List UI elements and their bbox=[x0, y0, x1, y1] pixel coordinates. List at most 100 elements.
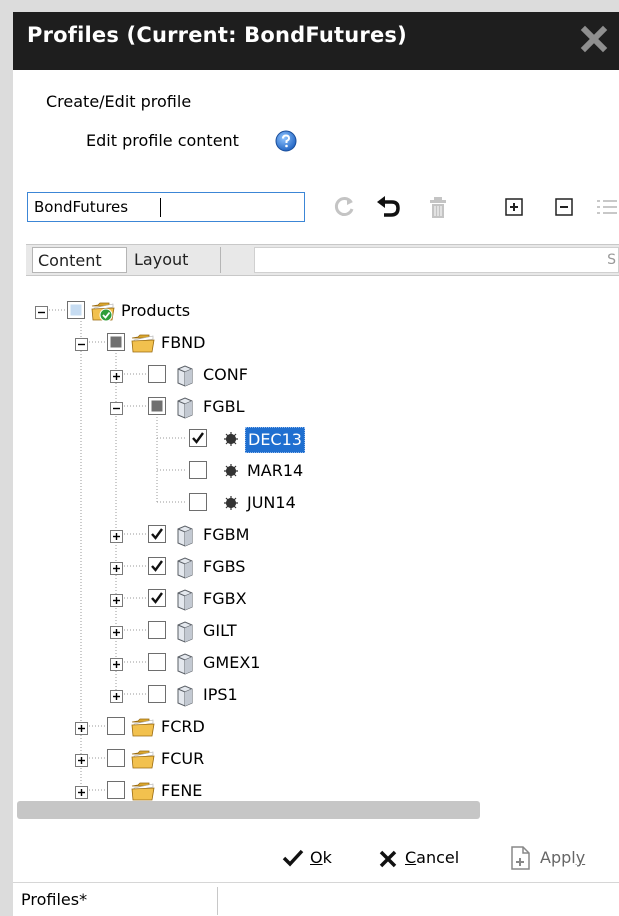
checkbox-ips1[interactable] bbox=[148, 685, 166, 703]
tree-node-label[interactable]: CONF bbox=[201, 363, 250, 387]
tree-node-gmex1[interactable]: GMEX1 bbox=[13, 650, 613, 676]
expand-icon[interactable] bbox=[110, 560, 123, 575]
apply-document-icon bbox=[511, 846, 530, 870]
tree-node-fgbl[interactable]: FGBL bbox=[13, 394, 613, 420]
checkbox-dec13[interactable] bbox=[189, 429, 207, 447]
create-edit-profile-label: Create/Edit profile bbox=[46, 92, 192, 111]
expand-icon[interactable] bbox=[75, 784, 88, 799]
tab-bar: Content Layout S bbox=[26, 244, 619, 276]
tree-node-fcur[interactable]: FCUR bbox=[13, 746, 613, 772]
checkbox-products[interactable] bbox=[67, 301, 85, 319]
tab-layout[interactable]: Layout bbox=[129, 247, 221, 273]
tree-node-label[interactable]: FGBX bbox=[201, 587, 249, 611]
checkbox-gilt[interactable] bbox=[148, 621, 166, 639]
undo-icon[interactable] bbox=[375, 193, 401, 221]
text-caret bbox=[160, 198, 161, 217]
checkbox-fgbs[interactable] bbox=[148, 557, 166, 575]
tree-node-label[interactable]: FCRD bbox=[159, 715, 207, 739]
collapse-icon[interactable] bbox=[35, 304, 48, 319]
list-icon[interactable] bbox=[593, 193, 619, 221]
expand-all-icon[interactable] bbox=[501, 193, 527, 221]
expand-icon[interactable] bbox=[110, 688, 123, 703]
cube-icon bbox=[173, 587, 197, 611]
tree-node-products[interactable]: Products bbox=[13, 298, 613, 324]
collapse-icon[interactable] bbox=[75, 336, 88, 351]
checkbox-fgbl[interactable] bbox=[148, 397, 166, 415]
tree-node-jun14[interactable]: JUN14 bbox=[13, 490, 613, 516]
tree-node-fgbx[interactable]: FGBX bbox=[13, 586, 613, 612]
checkbox-fcrd[interactable] bbox=[107, 717, 125, 735]
checkbox-fcur[interactable] bbox=[107, 749, 125, 767]
status-text: Profiles* bbox=[21, 890, 88, 909]
status-bar: Profiles* bbox=[13, 882, 619, 916]
checkbox-mar14[interactable] bbox=[189, 461, 207, 479]
checkbox-conf[interactable] bbox=[148, 365, 166, 383]
dot-icon bbox=[219, 459, 243, 483]
expand-icon[interactable] bbox=[110, 624, 123, 639]
expand-icon[interactable] bbox=[110, 528, 123, 543]
tree-node-gilt[interactable]: GILT bbox=[13, 618, 613, 644]
tree-node-label[interactable]: Products bbox=[119, 299, 192, 323]
help-icon[interactable] bbox=[275, 130, 297, 152]
tree-node-label[interactable]: FBND bbox=[159, 331, 207, 355]
tree-node-fbnd[interactable]: FBND bbox=[13, 330, 613, 356]
tab-search-field[interactable]: S bbox=[254, 247, 619, 273]
checkmark-icon bbox=[282, 849, 304, 867]
folder-check-icon bbox=[91, 299, 115, 323]
edit-profile-content-label: Edit profile content bbox=[86, 131, 239, 150]
cube-icon bbox=[173, 683, 197, 707]
tree-node-label[interactable]: GILT bbox=[201, 619, 239, 643]
tree-node-label[interactable]: FCUR bbox=[159, 747, 206, 771]
delete-icon[interactable] bbox=[425, 193, 451, 221]
cancel-label-rest: ancel bbox=[416, 848, 460, 867]
close-icon[interactable] bbox=[579, 24, 609, 54]
tree-node-mar14[interactable]: MAR14 bbox=[13, 458, 613, 484]
folder-icon bbox=[131, 331, 155, 355]
refresh-icon[interactable] bbox=[331, 193, 357, 221]
apply-mnemonic: y bbox=[575, 848, 586, 867]
expand-icon[interactable] bbox=[110, 656, 123, 671]
cube-icon bbox=[173, 523, 197, 547]
tree-node-label[interactable]: FGBL bbox=[201, 395, 247, 419]
collapse-icon[interactable] bbox=[110, 400, 123, 415]
tree-node-label[interactable]: DEC13 bbox=[245, 427, 305, 453]
cube-icon bbox=[173, 363, 197, 387]
checkbox-gmex1[interactable] bbox=[148, 653, 166, 671]
cube-icon bbox=[173, 651, 197, 675]
checkbox-fgbm[interactable] bbox=[148, 525, 166, 543]
checkbox-jun14[interactable] bbox=[189, 493, 207, 511]
tree-node-dec13[interactable]: DEC13 bbox=[13, 426, 613, 453]
checkbox-fene[interactable] bbox=[107, 781, 125, 799]
ok-label-rest: k bbox=[322, 848, 332, 867]
tree-node-label[interactable]: FENE bbox=[159, 779, 204, 803]
profile-name-input[interactable] bbox=[27, 192, 305, 222]
tree-node-fgbm[interactable]: FGBM bbox=[13, 522, 613, 548]
tree-node-label[interactable]: GMEX1 bbox=[201, 651, 262, 675]
collapse-all-icon[interactable] bbox=[551, 193, 577, 221]
tree-node-conf[interactable]: CONF bbox=[13, 362, 613, 388]
expand-icon[interactable] bbox=[110, 368, 123, 383]
tree-node-label[interactable]: IPS1 bbox=[201, 683, 240, 707]
status-separator bbox=[217, 887, 218, 915]
expand-icon[interactable] bbox=[75, 752, 88, 767]
tree-node-label[interactable]: JUN14 bbox=[245, 491, 298, 515]
tree-node-fcrd[interactable]: FCRD bbox=[13, 714, 613, 740]
expand-icon[interactable] bbox=[110, 592, 123, 607]
folder-icon bbox=[131, 747, 155, 771]
cube-icon bbox=[173, 619, 197, 643]
title-bar[interactable]: Profiles (Current: BondFutures) bbox=[13, 12, 619, 70]
x-icon bbox=[379, 850, 397, 868]
apply-label: Appl bbox=[540, 848, 576, 867]
cube-icon bbox=[173, 395, 197, 419]
horizontal-scrollbar[interactable] bbox=[17, 801, 480, 819]
tree-node-label[interactable]: FGBM bbox=[201, 523, 251, 547]
tree-node-label[interactable]: MAR14 bbox=[245, 459, 305, 483]
checkbox-fbnd[interactable] bbox=[107, 333, 125, 351]
expand-icon[interactable] bbox=[75, 720, 88, 735]
checkbox-fgbx[interactable] bbox=[148, 589, 166, 607]
tree-node-fgbs[interactable]: FGBS bbox=[13, 554, 613, 580]
tree-node-label[interactable]: FGBS bbox=[201, 555, 247, 579]
tree-node-ips1[interactable]: IPS1 bbox=[13, 682, 613, 708]
profiles-window: Profiles (Current: BondFutures) Create/E… bbox=[13, 12, 619, 916]
tab-content[interactable]: Content bbox=[32, 247, 127, 273]
